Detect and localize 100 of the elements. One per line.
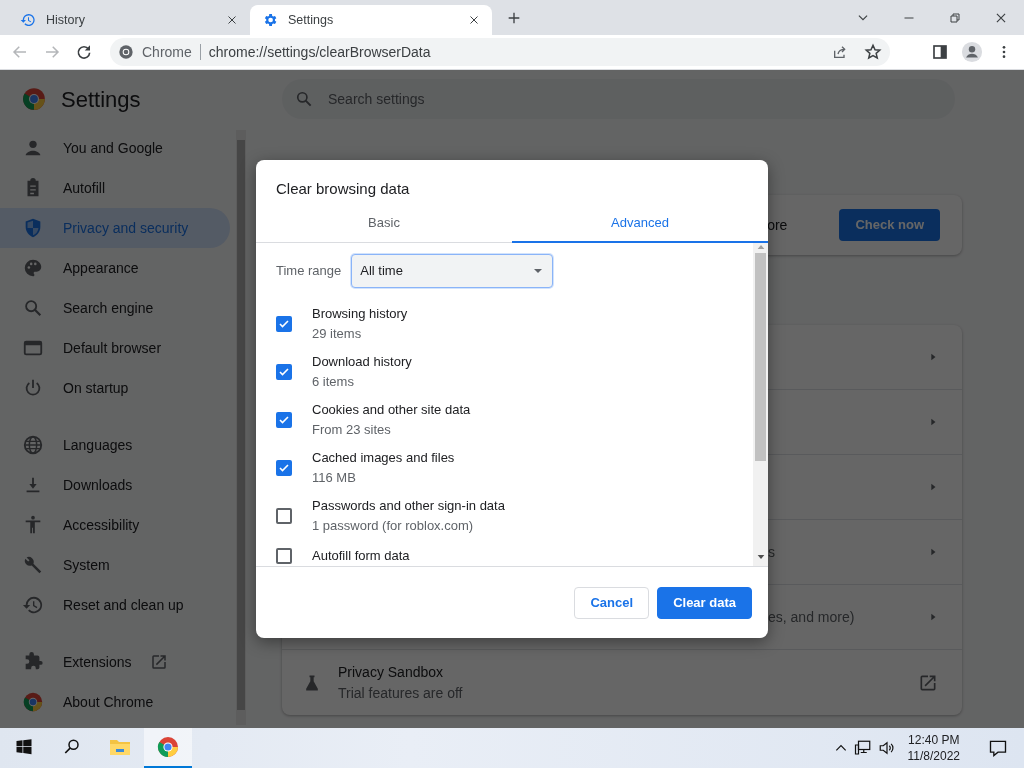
chrome-logo-icon <box>156 735 180 759</box>
item-subtitle: From 23 sites <box>312 422 392 438</box>
triangle-right-icon <box>928 417 938 427</box>
checkmark-icon <box>278 318 290 330</box>
sidebar-item[interactable]: Languages <box>0 425 230 465</box>
checkbox[interactable] <box>276 316 292 332</box>
sidebar-item[interactable]: You and Google <box>0 128 230 168</box>
item-title: Autofill form data <box>312 548 410 564</box>
row-arrow-button[interactable] <box>928 352 938 362</box>
item-title: Passwords and other sign-in data <box>312 498 505 514</box>
history-icon <box>20 12 36 28</box>
item-subtitle: 6 items <box>312 374 355 390</box>
item-subtitle: 116 MB <box>312 470 357 486</box>
sidebar-item[interactable]: Reset and clean up <box>0 585 230 625</box>
row-arrow-button[interactable] <box>928 417 938 427</box>
dialog-tab[interactable]: Basic <box>256 205 512 243</box>
wrench-icon <box>22 554 44 576</box>
triangle-right-icon <box>928 352 938 362</box>
item-title: Cookies and other site data <box>312 402 471 418</box>
browser-tab[interactable]: Settings <box>250 5 492 35</box>
row-arrow-button[interactable] <box>928 547 938 557</box>
search-field[interactable]: Search settings <box>282 79 955 119</box>
row-text: s <box>768 543 775 560</box>
item-title: Cached images and files <box>312 450 455 466</box>
search-icon <box>294 89 314 109</box>
url-text: chrome://settings/clearBrowserData <box>208 42 431 62</box>
clear-data-button[interactable]: Clear data <box>657 586 752 619</box>
share-button[interactable] <box>832 44 848 60</box>
item-title: Browsing history <box>312 306 408 322</box>
history-icon <box>22 594 44 616</box>
row-text: es, and more) <box>768 608 855 625</box>
checkbox[interactable] <box>276 460 292 476</box>
speaker-icon <box>877 739 896 757</box>
checkmark-icon <box>278 366 290 378</box>
check-now-button[interactable]: Check now <box>839 209 940 241</box>
checkmark-icon <box>278 462 290 474</box>
scrollbar[interactable] <box>753 243 768 566</box>
network-button[interactable] <box>853 739 872 757</box>
checkbox[interactable] <box>276 548 292 564</box>
side-panel-icon <box>932 44 948 60</box>
forward-arrow-icon <box>43 43 61 61</box>
item-subtitle: 29 items <box>312 326 363 342</box>
bookmark-button[interactable] <box>864 43 882 61</box>
row-title: Privacy Sandbox <box>338 662 445 682</box>
sidebar-item[interactable]: Accessibility <box>0 505 230 545</box>
back-arrow-icon <box>11 43 29 61</box>
sidebar-item[interactable]: About Chrome <box>0 682 230 722</box>
settings-icon <box>262 12 278 28</box>
avatar-icon <box>961 41 983 63</box>
search-icon <box>63 738 81 756</box>
sidebar-item[interactable]: Autofill <box>0 168 230 208</box>
sidebar-item[interactable]: Search engine <box>0 288 230 328</box>
triangle-right-icon <box>928 612 938 622</box>
time-range-select[interactable]: All time <box>351 254 554 288</box>
checkbox[interactable] <box>276 508 292 524</box>
chrome-logo-icon <box>21 86 47 112</box>
chrome-logo-icon <box>118 44 134 60</box>
item-subtitle: 1 password (for roblox.com) <box>312 518 475 534</box>
checkbox[interactable] <box>276 412 292 428</box>
reload-icon <box>75 43 93 61</box>
triangle-right-icon <box>928 482 938 492</box>
settings-title: Settings <box>61 85 141 114</box>
site-label: Chrome <box>142 42 192 62</box>
row-subtitle: Trial features are off <box>338 683 464 703</box>
network-icon <box>853 739 872 757</box>
card-text: ore <box>767 215 788 235</box>
speech-bubble-icon <box>988 738 1008 758</box>
clock-button[interactable]: 12:40 PM 11/8/2022 <box>901 732 966 764</box>
chrome-logo-icon <box>22 691 44 713</box>
time-range-label: Time range <box>276 262 342 281</box>
address-bar[interactable]: Chrome chrome://settings/clearBrowserData <box>110 38 890 66</box>
globe-icon <box>22 434 44 456</box>
sidebar-item[interactable]: Appearance <box>0 248 230 288</box>
search-icon <box>22 297 44 319</box>
browser-tab[interactable]: History <box>8 5 250 35</box>
row-arrow-button[interactable] <box>928 612 938 622</box>
checkmark-icon <box>278 414 290 426</box>
sidebar-item[interactable]: On startup <box>0 368 230 408</box>
checkbox[interactable] <box>276 364 292 380</box>
star-icon <box>864 43 882 61</box>
close-icon <box>226 14 238 26</box>
volume-button[interactable] <box>877 739 896 757</box>
windows-logo-icon <box>15 738 33 756</box>
dialog-tab[interactable]: Advanced <box>512 205 768 243</box>
restore-icon <box>949 11 961 24</box>
item-title: Download history <box>312 354 412 370</box>
scrollbar[interactable] <box>236 130 246 725</box>
close-icon <box>468 14 480 26</box>
triangle-right-icon <box>928 547 938 557</box>
dialog-title: Clear browsing data <box>276 180 410 197</box>
share-icon <box>832 44 848 60</box>
row-arrow-button[interactable] <box>928 482 938 492</box>
palette-icon <box>22 257 44 279</box>
scroll-up-icon <box>756 243 765 251</box>
sidebar-item[interactable]: Privacy and security <box>0 208 230 248</box>
sidebar-item[interactable]: Downloads <box>0 465 230 505</box>
sidebar-item[interactable]: System <box>0 545 230 585</box>
cancel-button[interactable]: Cancel <box>574 586 650 619</box>
sidebar-item[interactable]: Default browser <box>0 328 230 368</box>
sidebar-item[interactable]: Extensions <box>0 642 230 682</box>
